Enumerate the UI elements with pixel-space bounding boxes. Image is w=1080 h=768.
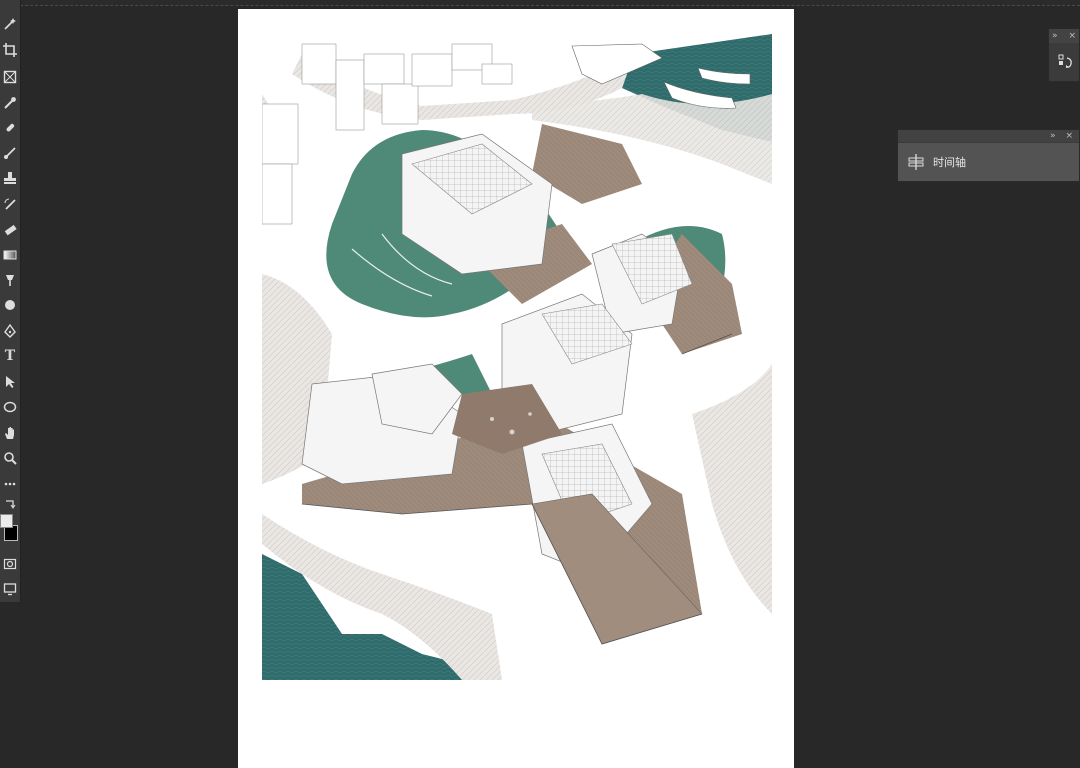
ellipse-shape-icon[interactable]: [0, 397, 20, 417]
hand-icon[interactable]: [0, 423, 20, 443]
frame-icon[interactable]: [0, 67, 20, 87]
blur-icon[interactable]: [0, 270, 20, 290]
timeline-icon: [907, 153, 925, 171]
collapse-icon[interactable]: »: [1052, 31, 1058, 41]
type-icon[interactable]: T: [0, 346, 20, 366]
clone-stamp-icon[interactable]: [0, 168, 20, 188]
history-icon[interactable]: [1057, 53, 1075, 75]
history-panel-collapsed: » ×: [1048, 28, 1080, 82]
gradient-icon[interactable]: [0, 245, 20, 265]
brush-icon[interactable]: [0, 143, 20, 163]
crop-icon[interactable]: [0, 40, 20, 60]
options-bar-edge: [0, 0, 1080, 6]
healing-brush-icon[interactable]: [0, 118, 20, 138]
eraser-icon[interactable]: [0, 220, 20, 240]
magic-wand-icon[interactable]: [0, 14, 20, 34]
eyedropper-icon[interactable]: [0, 93, 20, 113]
close-icon[interactable]: ×: [1068, 31, 1076, 41]
panel-header: » ×: [898, 130, 1079, 142]
dodge-icon[interactable]: [0, 295, 20, 315]
pen-icon[interactable]: [0, 321, 20, 341]
panel-header: » ×: [1049, 29, 1079, 43]
collapse-icon[interactable]: »: [1050, 131, 1056, 141]
history-brush-icon[interactable]: [0, 194, 20, 214]
photoshop-workspace: T » × » × 时间轴: [0, 0, 1080, 768]
path-selection-icon[interactable]: [0, 372, 20, 392]
document-canvas[interactable]: [238, 9, 794, 768]
timeline-label: 时间轴: [933, 156, 966, 169]
foreground-color-swatch[interactable]: [0, 514, 13, 528]
swap-colors-icon[interactable]: [0, 497, 20, 511]
tools-panel: T: [0, 0, 21, 602]
screen-mode-icon[interactable]: [0, 579, 20, 599]
zoom-icon[interactable]: [0, 448, 20, 468]
timeline-tab[interactable]: 时间轴: [898, 143, 1079, 181]
close-icon[interactable]: ×: [1065, 131, 1073, 141]
quick-mask-icon[interactable]: [0, 554, 20, 574]
architectural-axonometric-drawing: [262, 34, 772, 680]
timeline-panel: » × 时间轴: [897, 129, 1080, 182]
more-tools-icon[interactable]: [0, 474, 20, 494]
